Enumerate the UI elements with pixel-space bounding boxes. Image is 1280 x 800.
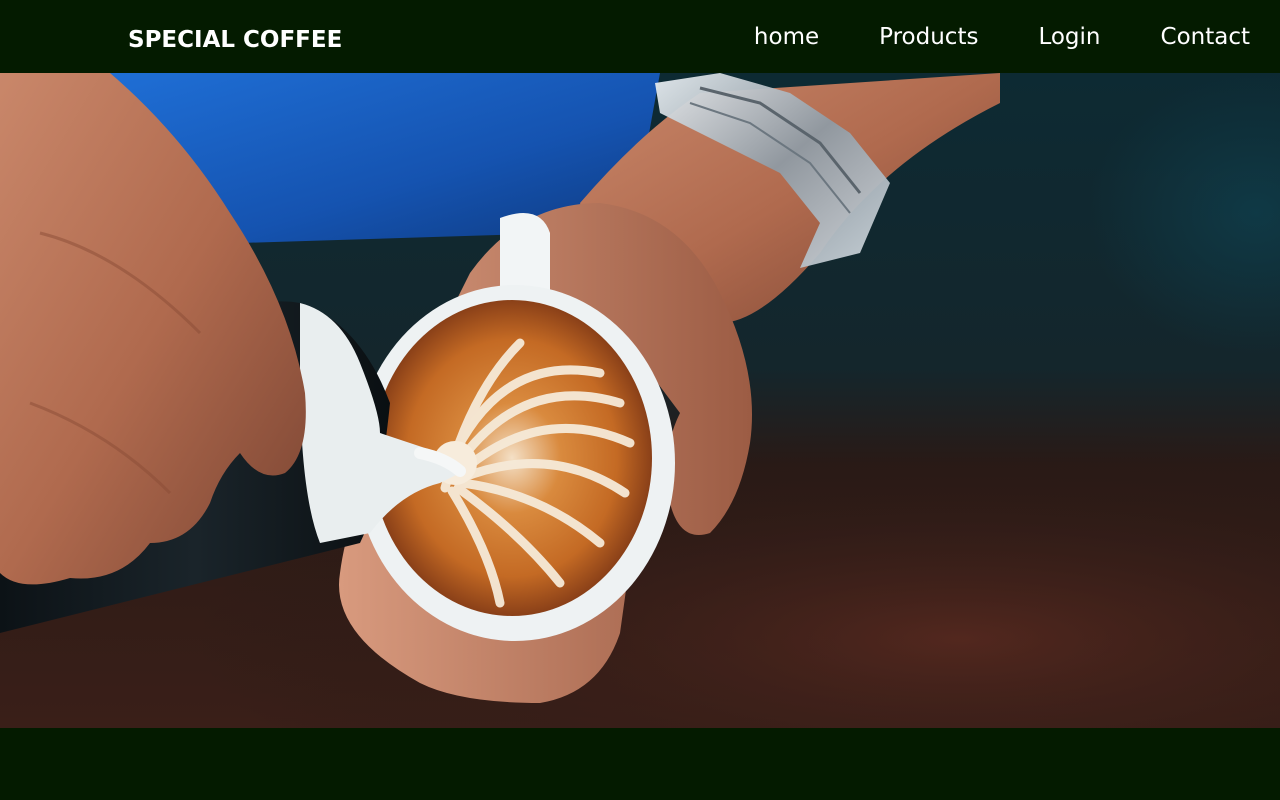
latte-art-photo: [0, 73, 1280, 728]
hero-image: [0, 73, 1280, 728]
footer-band: [0, 728, 1280, 800]
nav-menu: home Products Login Contact: [754, 0, 1250, 73]
nav-link-home[interactable]: home: [754, 24, 819, 50]
top-navbar: SPECIAL COFFEE home Products Login Conta…: [0, 0, 1280, 73]
nav-link-contact[interactable]: Contact: [1161, 24, 1250, 50]
brand-logo-text[interactable]: SPECIAL COFFEE: [128, 0, 342, 73]
nav-link-products[interactable]: Products: [879, 24, 978, 50]
nav-link-login[interactable]: Login: [1038, 24, 1100, 50]
